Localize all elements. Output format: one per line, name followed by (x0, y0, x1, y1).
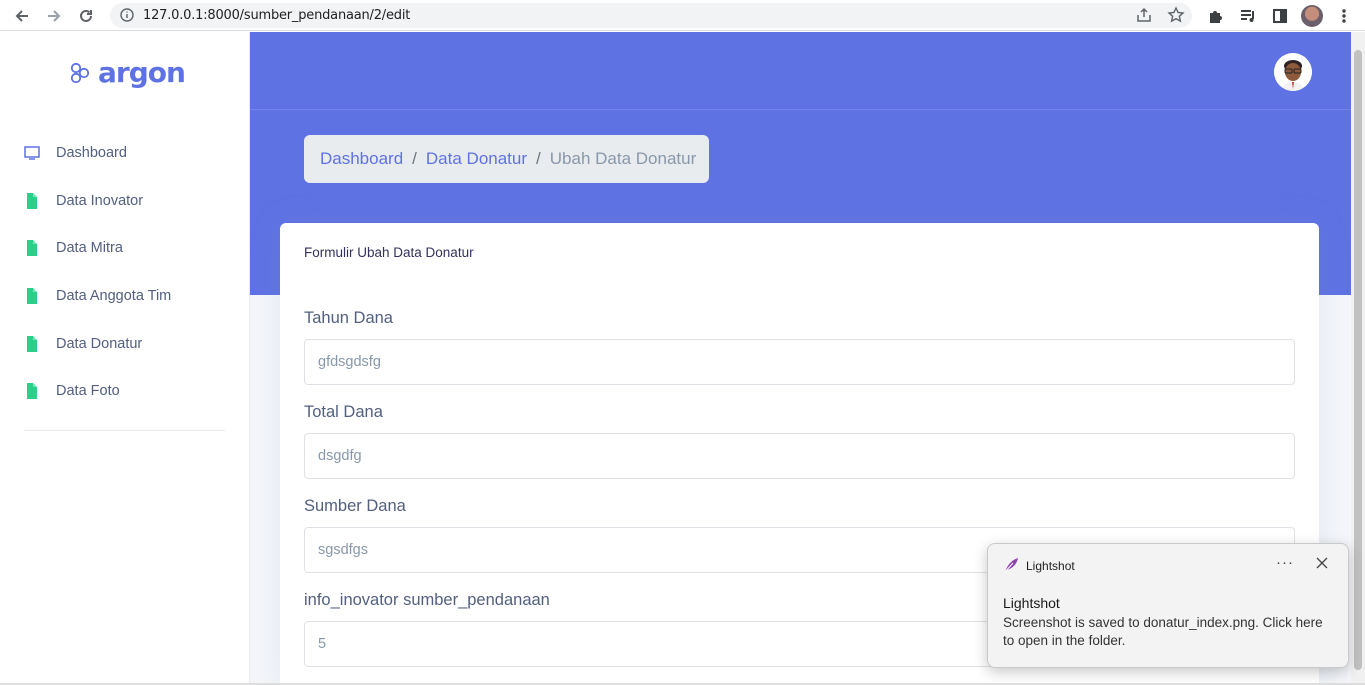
sumber-dana-label: Sumber Dana (304, 497, 406, 515)
breadcrumb-dashboard[interactable]: Dashboard (320, 149, 403, 169)
puzzle-icon[interactable] (1206, 6, 1226, 26)
toast-title: Lightshot (1003, 595, 1060, 611)
file-icon (24, 383, 40, 399)
file-icon (24, 240, 40, 256)
star-icon[interactable] (1167, 6, 1185, 29)
sidebar-item-label: Dashboard (56, 145, 127, 161)
forward-arrow-icon[interactable] (43, 5, 65, 27)
card-title: Formulir Ubah Data Donatur (304, 245, 474, 260)
close-icon[interactable] (1315, 556, 1329, 570)
sidebar-item-data-foto[interactable]: Data Foto (0, 371, 249, 411)
browser-toolbar: 127.0.0.1:8000/sumber_pendanaan/2/edit (0, 0, 1365, 31)
sidebar-item-data-inovator[interactable]: Data Inovator (0, 181, 249, 221)
sidebar-item-label: Data Foto (56, 383, 120, 399)
breadcrumb-separator: / (536, 149, 541, 168)
sidebar-item-dashboard[interactable]: Dashboard (0, 133, 249, 173)
breadcrumb-current: Ubah Data Donatur (549, 149, 697, 168)
file-icon (24, 336, 40, 352)
argon-logo-icon (70, 62, 90, 83)
sidebar-item-label: Data Donatur (56, 336, 143, 352)
info-inovator-label: info_inovator sumber_pendanaan (304, 591, 550, 609)
back-arrow-icon[interactable] (11, 5, 33, 27)
sidebar-item-data-anggota-tim[interactable]: Data Anggota Tim (0, 276, 249, 316)
file-icon (24, 288, 40, 304)
toast-app-name: Lightshot (1026, 559, 1075, 573)
brand-name: argon (98, 56, 186, 89)
sidebar-item-label: Data Mitra (56, 240, 123, 256)
notification-toast[interactable]: Lightshot ··· Lightshot Screenshot is sa… (987, 543, 1349, 668)
share-icon[interactable] (1135, 6, 1153, 29)
sidebar-item-data-mitra[interactable]: Data Mitra (0, 228, 249, 268)
brand-logo[interactable]: argon (68, 56, 186, 89)
sidebar-divider (24, 430, 225, 431)
header-divider (250, 109, 1351, 110)
breadcrumb: Dashboard / Data Donatur / Ubah Data Don… (304, 135, 709, 183)
reload-icon[interactable] (75, 5, 97, 27)
url-text: 127.0.0.1:8000/sumber_pendanaan/2/edit (143, 8, 411, 23)
feather-icon (1003, 557, 1019, 578)
file-icon (24, 193, 40, 209)
kebab-menu-icon[interactable] (1334, 6, 1354, 26)
scrollbar-thumb[interactable] (1354, 50, 1362, 670)
avatar-image (1274, 53, 1312, 91)
toast-body[interactable]: Screenshot is saved to donatur_index.png… (1003, 614, 1333, 650)
sidebar-item-label: Data Inovator (56, 193, 144, 209)
sidebar-item-data-donatur[interactable]: Data Donatur (0, 324, 249, 364)
sidepanel-icon[interactable] (1270, 6, 1290, 26)
profile-avatar[interactable] (1301, 5, 1323, 27)
media-icon[interactable] (1238, 6, 1258, 26)
total-dana-input[interactable]: dsgdfg (304, 433, 1295, 479)
breadcrumb-data-donatur[interactable]: Data Donatur (426, 149, 527, 169)
user-avatar[interactable] (1274, 53, 1312, 91)
tahun-dana-input[interactable]: gfdsgdsfg (304, 339, 1295, 385)
sidebar: argon Dashboard Data Inovator Data Mitra… (0, 32, 250, 683)
total-dana-label: Total Dana (304, 403, 383, 421)
sidebar-item-label: Data Anggota Tim (56, 288, 172, 304)
address-bar[interactable]: 127.0.0.1:8000/sumber_pendanaan/2/edit (110, 3, 1192, 28)
breadcrumb-separator: / (412, 149, 417, 168)
page-scrollbar[interactable] (1351, 32, 1365, 683)
tahun-dana-label: Tahun Dana (304, 309, 393, 327)
toast-more-button[interactable]: ··· (1276, 554, 1294, 571)
info-icon[interactable] (120, 8, 134, 27)
monitor-icon (24, 145, 40, 161)
